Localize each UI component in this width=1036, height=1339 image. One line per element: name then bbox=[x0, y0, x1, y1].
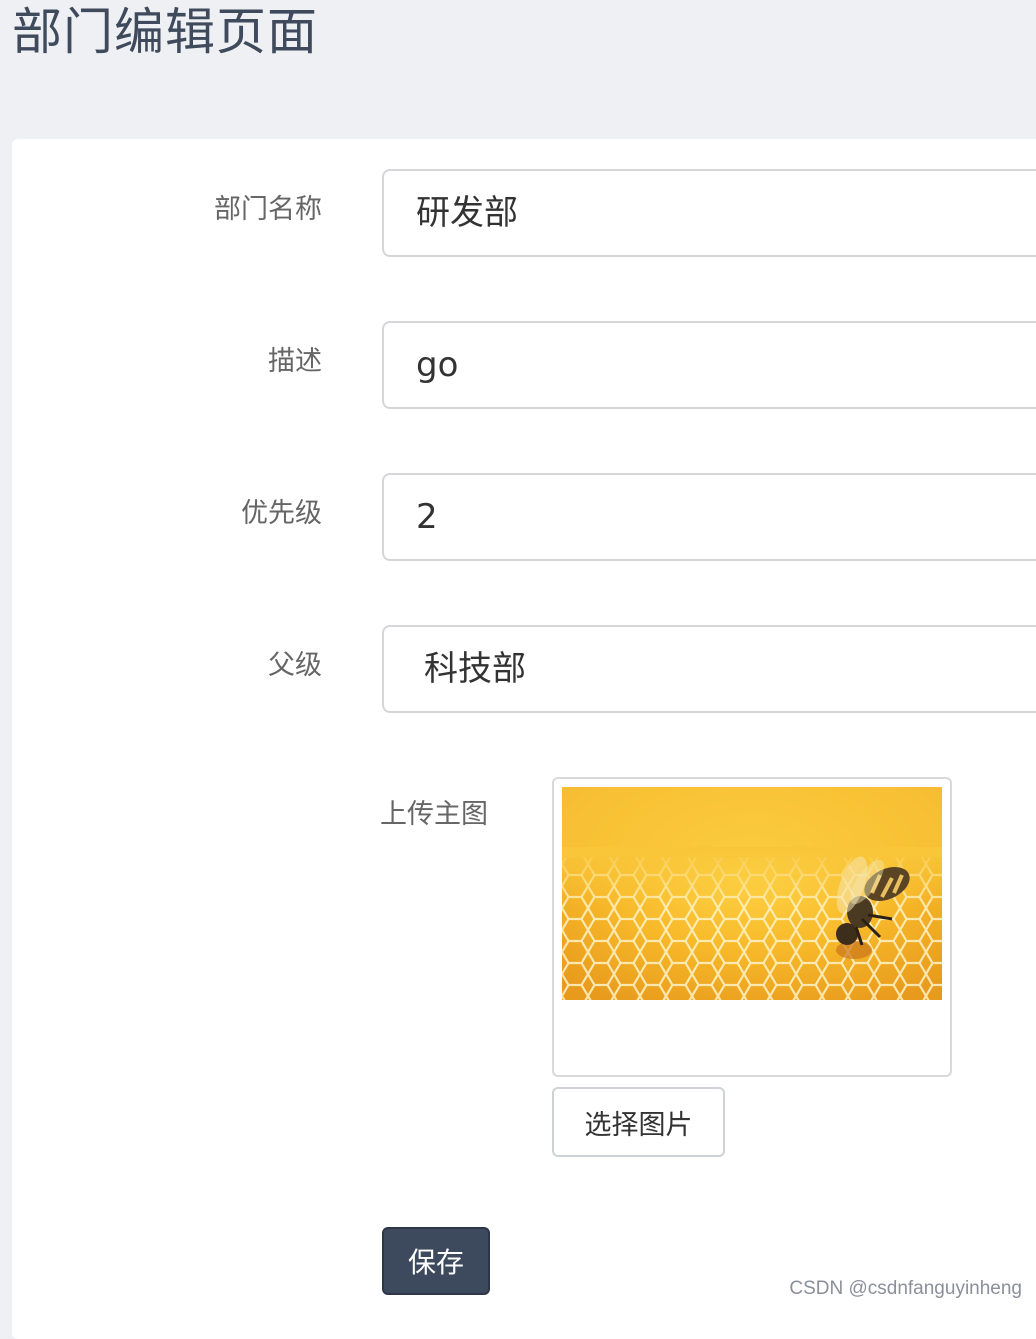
priority-field[interactable] bbox=[382, 473, 1036, 561]
department-name-field[interactable] bbox=[382, 169, 1036, 257]
priority-label: 优先级 bbox=[241, 498, 322, 529]
department-name-input[interactable] bbox=[416, 171, 1016, 255]
description-label: 描述 bbox=[268, 346, 322, 377]
image-preview bbox=[562, 787, 942, 1000]
save-button[interactable]: 保存 bbox=[382, 1227, 490, 1295]
image-preview-box bbox=[552, 777, 952, 1077]
choose-image-button[interactable]: 选择图片 bbox=[552, 1087, 725, 1157]
description-input[interactable] bbox=[416, 323, 1016, 407]
department-name-label: 部门名称 bbox=[214, 194, 322, 225]
watermark: CSDN @csdnfanguyinheng bbox=[789, 1278, 1022, 1299]
parent-select[interactable]: 科技部 bbox=[382, 625, 1036, 713]
upload-label: 上传主图 bbox=[380, 799, 488, 830]
page-title: 部门编辑页面 bbox=[12, 3, 318, 61]
description-field[interactable] bbox=[382, 321, 1036, 409]
parent-select-value: 科技部 bbox=[424, 649, 526, 689]
parent-label: 父级 bbox=[268, 650, 322, 681]
priority-input[interactable] bbox=[416, 475, 1016, 559]
form-card bbox=[12, 139, 1036, 1339]
